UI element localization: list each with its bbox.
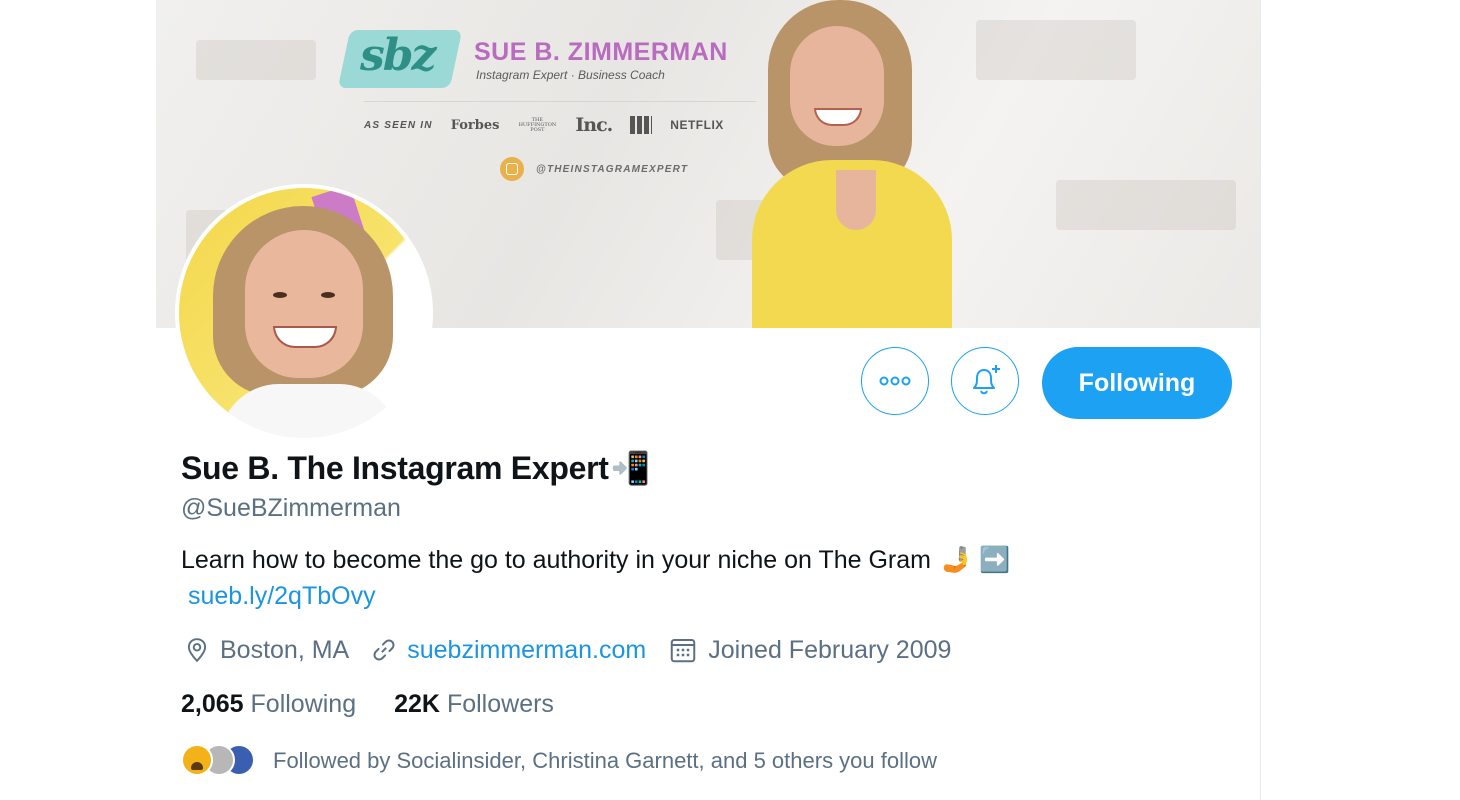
avatar-photo [179, 188, 429, 438]
banner-brand-name: SUE B. ZIMMERMAN [474, 38, 728, 66]
banner-texture [1056, 180, 1236, 230]
profile-avatar[interactable] [175, 184, 433, 442]
followers-label: Followers [446, 690, 554, 718]
more-icon [879, 376, 911, 386]
bio-emojis: 🤳 ➡️ [940, 546, 1011, 574]
brand-logo: sbz [360, 30, 437, 81]
following-label: Following [250, 690, 357, 718]
location-text: Boston, MA [220, 635, 350, 664]
bio-link[interactable]: sueb.ly/2qTbOvy [188, 582, 376, 611]
banner-texture [196, 40, 316, 80]
follow-stats: 2,065 Following 22K Followers [181, 690, 592, 719]
following-count-link[interactable]: 2,065 Following [181, 690, 356, 719]
mutual-avatar [181, 744, 213, 776]
banner-brand-subtitle: Instagram Expert · Business Coach [476, 68, 665, 82]
link-icon [373, 639, 395, 661]
press-logo-inc: Inc. [575, 114, 613, 136]
display-name: Sue B. The Instagram Expert 📲 [181, 449, 650, 487]
followed-by-row[interactable]: Followed by Socialinsider, Christina Gar… [181, 744, 937, 778]
press-logo-netflix: NETFLIX [670, 118, 724, 132]
as-seen-in-row: AS SEEN IN Forbes THE HUFFINGTON POST In… [364, 114, 724, 136]
press-logo-huffpost: THE HUFFINGTON POST [518, 116, 557, 133]
profile-panel: sbz SUE B. ZIMMERMAN Instagram Expert · … [156, 0, 1260, 800]
banner-texture [976, 20, 1136, 80]
website: suebzimmerman.com [371, 636, 646, 665]
profile-meta-row: Boston, MA suebzimmerman.com Joined Febr… [184, 635, 973, 665]
banner-portrait-photo [746, 0, 966, 328]
banner-instagram-handle: @THEINSTAGRAMEXPERT [500, 157, 688, 181]
join-date-text: Joined February 2009 [708, 635, 952, 664]
press-logo-forbes: Forbes [450, 117, 500, 133]
instagram-handle-text: @THEINSTAGRAMEXPERT [536, 163, 689, 175]
following-button[interactable]: Following [1042, 347, 1232, 419]
followed-by-text: Followed by Socialinsider, Christina Gar… [273, 748, 938, 773]
notifications-button[interactable] [951, 347, 1019, 415]
press-logo-grid-icon [630, 116, 653, 134]
followers-count: 22K [394, 690, 440, 718]
calendar-icon [670, 639, 696, 663]
location-pin-icon [187, 638, 207, 663]
website-link[interactable]: suebzimmerman.com [407, 636, 646, 665]
bio: Learn how to become the go to authority … [181, 546, 1010, 575]
followers-count-link[interactable]: 22K Followers [394, 690, 554, 719]
instagram-icon [500, 157, 524, 181]
bio-text: Learn how to become the go to authority … [181, 546, 931, 574]
column-divider [1260, 0, 1261, 800]
phone-arrow-emoji: 📲 [610, 450, 651, 486]
more-options-button[interactable] [861, 347, 929, 415]
banner-divider [364, 101, 756, 102]
as-seen-in-label: AS SEEN IN [364, 119, 433, 131]
bell-plus-icon [973, 365, 1000, 395]
join-date: Joined February 2009 [668, 635, 951, 665]
username-handle: @SueBZimmerman [181, 494, 401, 522]
display-name-text: Sue B. The Instagram Expert [181, 449, 609, 486]
location: Boston, MA [184, 636, 349, 665]
following-count: 2,065 [181, 690, 244, 718]
followed-by-avatars [181, 744, 259, 778]
